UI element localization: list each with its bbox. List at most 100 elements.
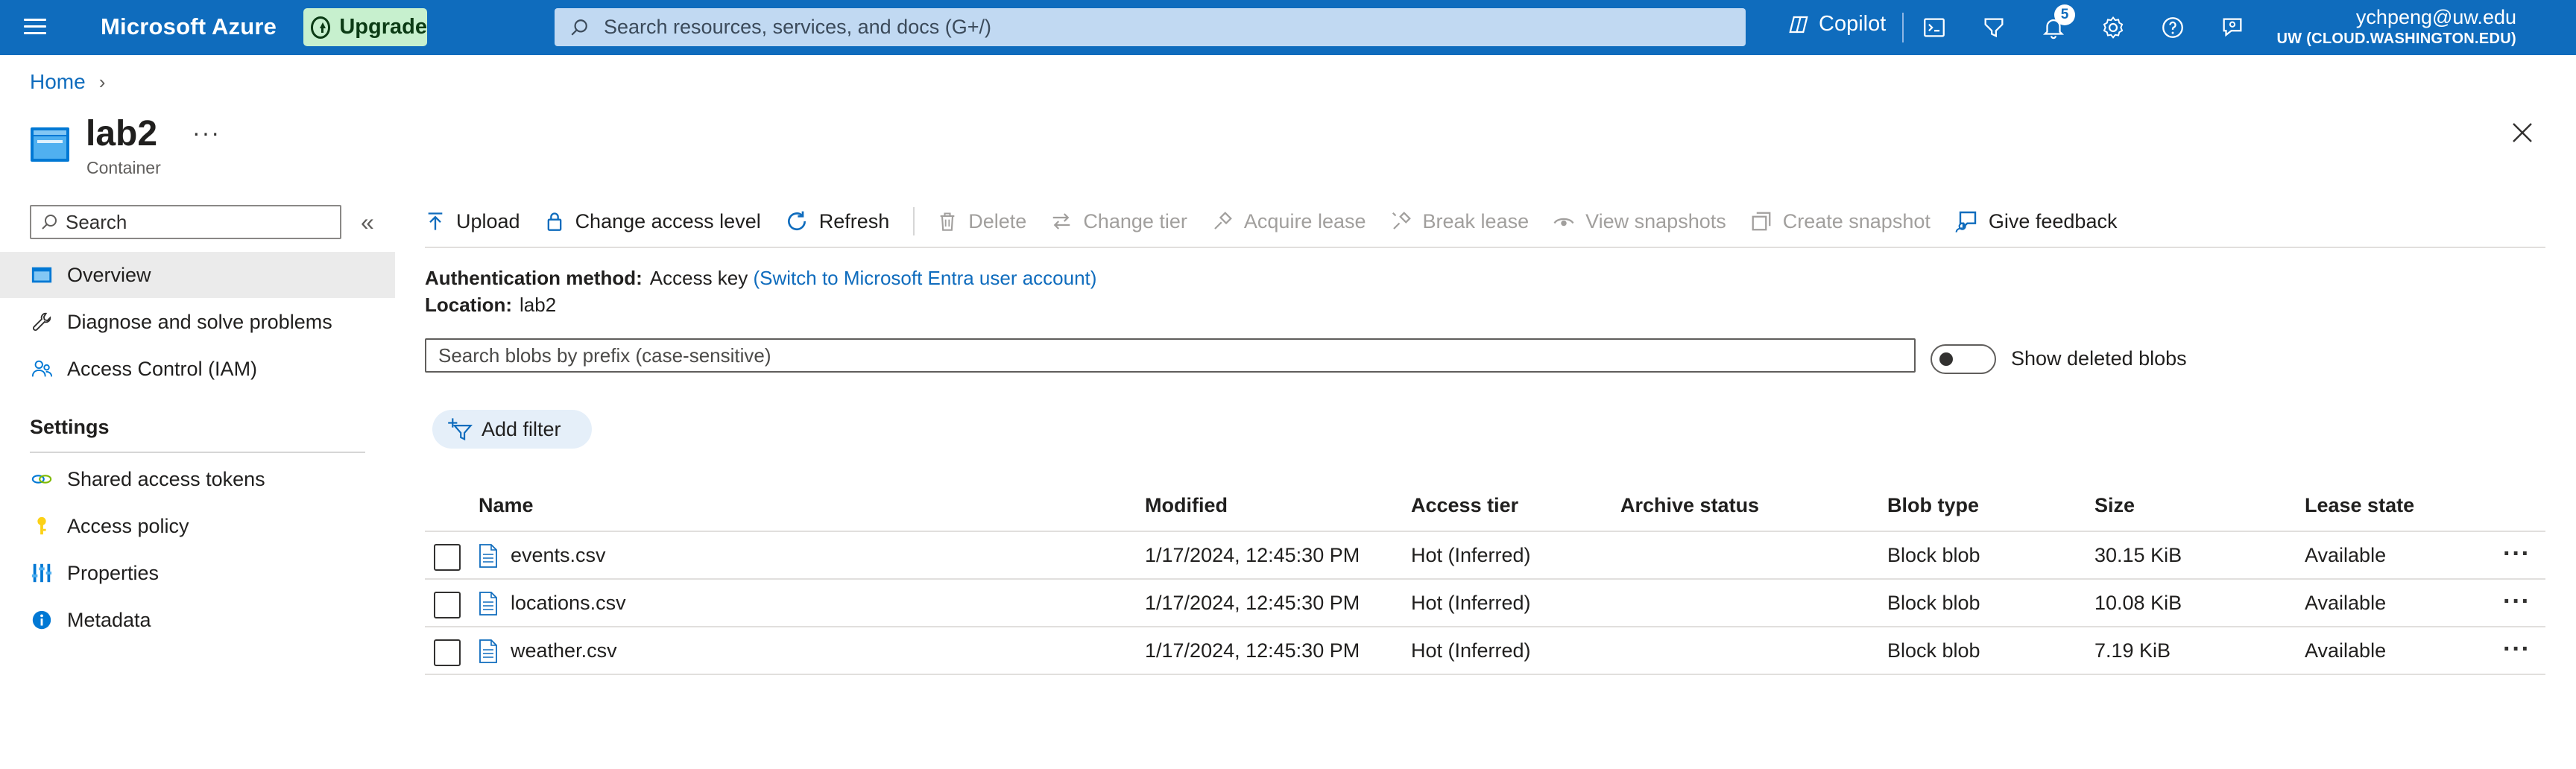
column-header-size[interactable]: Size — [2094, 494, 2135, 517]
break-lease-label: Break lease — [1422, 209, 1530, 232]
properties-icon — [30, 561, 54, 585]
column-header-modified[interactable]: Modified — [1145, 494, 1228, 517]
file-icon — [479, 639, 497, 663]
file-icon — [479, 544, 497, 568]
upgrade-button[interactable]: Upgrade — [303, 8, 427, 46]
upload-button[interactable]: Upload — [425, 210, 520, 233]
refresh-label: Refresh — [818, 209, 890, 232]
container-icon — [31, 127, 69, 162]
sidebar-item-overview[interactable]: Overview — [0, 252, 395, 298]
table-row[interactable]: locations.csv 1/17/2024, 12:45:30 PM Hot… — [425, 580, 2545, 627]
auth-method-label: Authentication method: — [425, 267, 643, 289]
nav-search-input[interactable]: Search — [30, 205, 341, 239]
change-access-level-button[interactable]: Change access level — [544, 210, 761, 233]
create-snapshot-label: Create snapshot — [1782, 209, 1931, 232]
eye-icon — [1553, 218, 1574, 227]
close-icon[interactable] — [2510, 121, 2534, 145]
overview-icon — [30, 263, 54, 287]
cloud-shell-icon[interactable] — [1920, 13, 1948, 42]
column-header-lease-state[interactable]: Lease state — [2305, 494, 2414, 517]
switch-auth-link[interactable]: (Switch to Microsoft Entra user account) — [754, 267, 1097, 289]
help-icon[interactable] — [2159, 13, 2187, 42]
acquire-lease-button[interactable]: Acquire lease — [1211, 210, 1366, 233]
show-deleted-toggle[interactable] — [1931, 344, 1996, 374]
blob-type: Block blob — [1887, 544, 1980, 566]
sidebar-item-shared-access-tokens[interactable]: Shared access tokens — [0, 456, 395, 502]
column-header-archive-status[interactable]: Archive status — [1620, 494, 1759, 517]
people-icon — [30, 357, 54, 381]
sidebar-item-label: Shared access tokens — [67, 467, 265, 490]
row-more-button[interactable]: ··· — [2503, 635, 2531, 664]
column-header-name[interactable]: Name — [479, 494, 534, 517]
global-search-placeholder: Search resources, services, and docs (G+… — [604, 16, 991, 38]
blob-size: 7.19 KiB — [2094, 639, 2171, 662]
sidebar-item-label: Diagnose and solve problems — [67, 310, 332, 333]
blob-modified: 1/17/2024, 12:45:30 PM — [1145, 639, 1360, 662]
refresh-icon — [787, 211, 806, 231]
divider — [30, 452, 365, 453]
give-feedback-button[interactable]: Give feedback — [1954, 209, 2117, 233]
brand-title[interactable]: Microsoft Azure — [101, 13, 277, 40]
more-options-button[interactable]: ··· — [192, 119, 221, 147]
column-header-blob-type[interactable]: Blob type — [1887, 494, 1979, 517]
sidebar-item-properties[interactable]: Properties — [0, 550, 395, 596]
change-tier-button[interactable]: Change tier — [1050, 210, 1187, 233]
blob-lease-state: Available — [2305, 639, 2387, 662]
blob-prefix-search-input[interactable] — [425, 338, 1916, 373]
sidebar-item-metadata[interactable]: Metadata — [0, 597, 395, 643]
table-row[interactable]: weather.csv 1/17/2024, 12:45:30 PM Hot (… — [425, 627, 2545, 675]
delete-button[interactable]: Delete — [937, 210, 1026, 233]
create-snapshot-button[interactable]: Create snapshot — [1750, 210, 1931, 233]
upgrade-icon — [311, 16, 331, 39]
copilot-button[interactable]: Copilot — [1787, 12, 1886, 37]
breadcrumb-home-link[interactable]: Home — [30, 70, 86, 94]
refresh-button[interactable]: Refresh — [785, 209, 890, 233]
table-row[interactable]: events.csv 1/17/2024, 12:45:30 PM Hot (I… — [425, 532, 2545, 580]
sidebar-item-access-policy[interactable]: Access policy — [0, 503, 395, 549]
broken-link-icon — [1392, 212, 1411, 230]
blob-name-link[interactable]: weather.csv — [511, 639, 617, 662]
blob-access-tier: Hot (Inferred) — [1411, 639, 1531, 662]
blob-type: Block blob — [1887, 639, 1980, 662]
snapshot-icon — [1752, 212, 1771, 231]
blob-size: 10.08 KiB — [2094, 592, 2182, 614]
blob-name-link[interactable]: events.csv — [511, 544, 606, 567]
command-divider — [913, 207, 915, 235]
sidebar-item-label: Access Control (IAM) — [67, 357, 258, 380]
key-icon — [30, 514, 54, 538]
sidebar-item-diagnose[interactable]: Diagnose and solve problems — [0, 299, 395, 345]
row-checkbox[interactable] — [434, 639, 461, 666]
feedback-icon — [1955, 211, 1977, 232]
column-header-access-tier[interactable]: Access tier — [1411, 494, 1518, 517]
sidebar-item-label: Access policy — [67, 514, 189, 537]
file-icon — [479, 592, 497, 615]
row-checkbox[interactable] — [434, 544, 461, 571]
row-checkbox[interactable] — [434, 592, 461, 618]
add-filter-button[interactable]: Add filter — [432, 410, 592, 449]
divider — [425, 247, 2545, 248]
row-more-button[interactable]: ··· — [2503, 539, 2531, 569]
feedback-icon[interactable] — [2218, 13, 2247, 42]
directory-filter-icon[interactable] — [1980, 13, 2008, 42]
search-icon — [42, 215, 57, 230]
break-lease-button[interactable]: Break lease — [1390, 209, 1530, 233]
row-more-button[interactable]: ··· — [2503, 587, 2531, 616]
blob-modified: 1/17/2024, 12:45:30 PM — [1145, 592, 1360, 614]
chevron-right-icon: › — [98, 70, 106, 93]
collapse-nav-button[interactable]: « — [361, 209, 374, 236]
copilot-label: Copilot — [1819, 12, 1887, 36]
auth-method-line: Authentication method: Access key (Switch… — [425, 267, 1096, 290]
global-search-input[interactable]: Search resources, services, and docs (G+… — [555, 8, 1746, 46]
sidebar-item-iam[interactable]: Access Control (IAM) — [0, 346, 395, 392]
notifications-icon[interactable]: 5 — [2039, 4, 2075, 42]
blob-name-link[interactable]: locations.csv — [511, 592, 626, 615]
sidebar-item-label: Metadata — [67, 608, 151, 631]
user-tenant: UW (CLOUD.WASHINGTON.EDU) — [2276, 31, 2516, 47]
menu-icon[interactable] — [24, 19, 46, 35]
upload-icon — [428, 212, 443, 230]
add-filter-icon — [448, 418, 473, 441]
account-menu[interactable]: ychpeng@uw.edu UW (CLOUD.WASHINGTON.EDU) — [2276, 6, 2516, 49]
settings-gear-icon[interactable] — [2099, 13, 2127, 42]
view-snapshots-button[interactable]: View snapshots — [1553, 210, 1726, 233]
blob-modified: 1/17/2024, 12:45:30 PM — [1145, 544, 1360, 566]
